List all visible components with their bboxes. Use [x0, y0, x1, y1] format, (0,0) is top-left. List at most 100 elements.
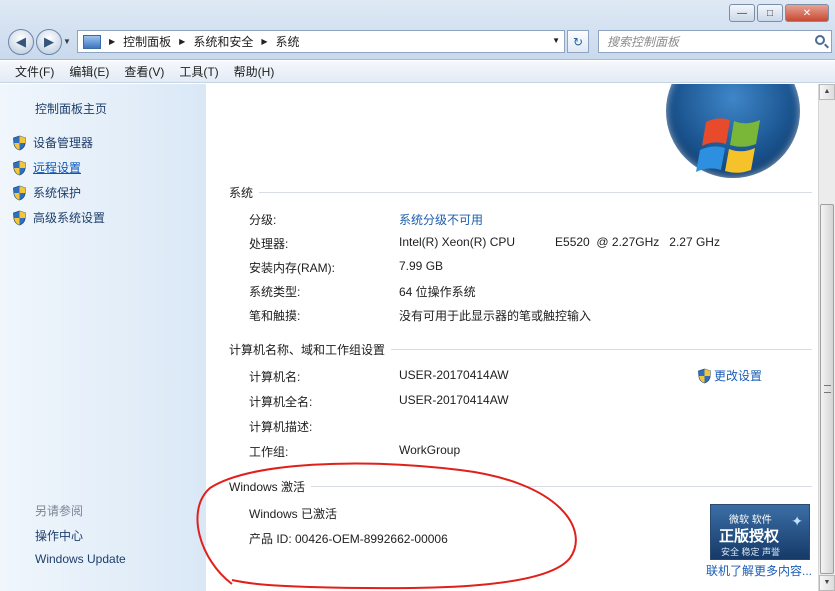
title-bar: — □ ✕ ◀ ▶ ▼ ▶ 控制面板 ▶ 系统和安全 ▶ 系统 ▼ ↻ 搜索控制…	[0, 0, 835, 60]
minimize-button[interactable]: —	[729, 4, 755, 22]
recent-pages-dropdown-icon[interactable]: ▼	[63, 37, 71, 46]
activation-status-text: Windows 已激活	[249, 507, 338, 521]
processor-row: 处理器: Intel(R) Xeon(R) CPU E5520 @ 2.27GH…	[249, 235, 720, 252]
scroll-down-icon[interactable]: ▼	[819, 575, 835, 591]
row-value-speed: E5520 @ 2.27GHz 2.27 GHz	[555, 235, 720, 249]
row-value: USER-20170414AW	[399, 393, 509, 407]
computer-name-section-heading: 计算机名称、域和工作组设置	[229, 341, 812, 358]
change-settings-link[interactable]: 更改设置	[697, 367, 762, 384]
search-placeholder: 搜索控制面板	[607, 35, 680, 49]
row-value: WorkGroup	[399, 443, 461, 457]
section-title: 系统	[229, 186, 254, 200]
sidebar-item-label: 系统保护	[33, 186, 82, 200]
workgroup-row: 工作组: WorkGroup	[249, 443, 460, 460]
scroll-thumb[interactable]	[820, 204, 834, 574]
menu-bar: 文件(F) 编辑(E) 查看(V) 工具(T) 帮助(H)	[0, 61, 835, 83]
action-center-link[interactable]: 操作中心	[35, 527, 83, 544]
close-button[interactable]: ✕	[785, 4, 829, 22]
breadcrumb-system[interactable]: 系统	[276, 33, 300, 50]
sidebar-item-label: 设备管理器	[33, 136, 94, 150]
uac-shield-icon	[12, 160, 27, 176]
divider	[311, 486, 812, 487]
badge-top-text: 微软 软件	[729, 515, 772, 526]
search-input[interactable]: 搜索控制面板	[598, 30, 832, 53]
computer-name-row: 计算机名: USER-20170414AW	[249, 368, 509, 385]
uac-shield-icon	[697, 368, 712, 384]
rating-link[interactable]: 系统分级不可用	[399, 211, 483, 228]
uac-shield-icon	[12, 185, 27, 201]
computer-description-row: 计算机描述:	[249, 418, 399, 435]
row-label: 系统类型:	[249, 285, 301, 299]
menu-file[interactable]: 文件(F)	[15, 63, 54, 80]
back-button[interactable]: ◀	[8, 29, 34, 55]
row-value: 没有可用于此显示器的笔或触控输入	[399, 309, 592, 323]
rating-row: 分级: 系统分级不可用	[249, 211, 483, 228]
sidebar-item-label: 高级系统设置	[33, 211, 106, 225]
scroll-up-icon[interactable]: ▲	[819, 84, 835, 100]
refresh-button[interactable]: ↻	[567, 30, 589, 53]
badge-main-text: 正版授权	[719, 528, 780, 545]
row-label: 工作组:	[249, 445, 289, 459]
row-label: 计算机全名:	[249, 395, 313, 409]
genuine-software-badge[interactable]: 微软 软件 ✦ 正版授权 安全 稳定 声誉	[710, 504, 810, 560]
windows-logo	[666, 84, 800, 178]
see-also-heading: 另请参阅	[35, 504, 84, 518]
row-label: 计算机描述:	[249, 420, 313, 434]
breadcrumb: ▶ 控制面板 ▶ 系统和安全 ▶ 系统	[109, 33, 300, 50]
menu-edit[interactable]: 编辑(E)	[69, 63, 109, 80]
address-dropdown-icon[interactable]: ▼	[552, 36, 560, 45]
row-label: 分级:	[249, 213, 277, 227]
breadcrumb-separator-icon[interactable]: ▶	[109, 37, 115, 46]
uac-shield-icon	[12, 210, 27, 226]
learn-more-online-link[interactable]: 联机了解更多内容...	[706, 562, 812, 579]
menu-view[interactable]: 查看(V)	[124, 63, 164, 80]
row-label: 笔和触摸:	[249, 309, 301, 323]
badge-sub-text: 安全 稳定 声誉	[721, 547, 781, 557]
sidebar-item-advanced-settings[interactable]: 高级系统设置	[12, 209, 105, 226]
divider	[259, 192, 812, 193]
row-label: 处理器:	[249, 237, 289, 251]
divider	[391, 349, 812, 350]
forward-button[interactable]: ▶	[36, 29, 62, 55]
section-title: 计算机名称、域和工作组设置	[229, 343, 386, 357]
breadcrumb-separator-icon[interactable]: ▶	[261, 37, 267, 46]
sidebar-item-label: 远程设置	[33, 161, 82, 175]
menu-tools[interactable]: 工具(T)	[179, 63, 218, 80]
activation-section-heading: Windows 激活	[229, 478, 812, 495]
star-icon: ✦	[791, 513, 803, 529]
full-computer-name-row: 计算机全名: USER-20170414AW	[249, 393, 509, 410]
sidebar-item-system-protection[interactable]: 系统保护	[12, 184, 81, 201]
row-value: 7.99 GB	[399, 259, 444, 273]
windows-update-link[interactable]: Windows Update	[35, 552, 126, 566]
sidebar-home-link[interactable]: 控制面板主页	[35, 100, 107, 117]
row-value: Intel(R) Xeon(R) CPU	[399, 235, 516, 249]
row-value: 64 位操作系统	[399, 285, 476, 299]
system-section-heading: 系统	[229, 184, 812, 201]
search-icon[interactable]	[815, 35, 825, 45]
product-id-text: 产品 ID: 00426-OEM-8992662-00006	[249, 532, 448, 546]
breadcrumb-separator-icon[interactable]: ▶	[179, 37, 185, 46]
sidebar-item-remote-settings[interactable]: 远程设置	[12, 159, 81, 176]
activation-status: Windows 已激活	[249, 505, 337, 522]
address-bar[interactable]: ▶ 控制面板 ▶ 系统和安全 ▶ 系统 ▼	[77, 30, 565, 53]
section-title: Windows 激活	[229, 480, 306, 494]
breadcrumb-control-panel[interactable]: 控制面板	[123, 33, 171, 50]
windows-flag-icon	[696, 118, 760, 173]
sidebar: 控制面板主页 设备管理器 远程设置 系统保护 高级系统设置 另请参阅 操作中心 …	[0, 84, 206, 591]
caption-buttons: — □ ✕	[729, 4, 829, 22]
row-label: 计算机名:	[249, 370, 301, 384]
pen-touch-row: 笔和触摸: 没有可用于此显示器的笔或触控输入	[249, 307, 591, 324]
change-settings-label: 更改设置	[714, 369, 763, 383]
menu-help[interactable]: 帮助(H)	[234, 63, 275, 80]
main-content: 系统 分级: 系统分级不可用 处理器: Intel(R) Xeon(R) CPU…	[206, 84, 818, 591]
sidebar-item-device-manager[interactable]: 设备管理器	[12, 134, 93, 151]
product-id: 产品 ID: 00426-OEM-8992662-00006	[249, 530, 448, 547]
grip-icon	[824, 385, 831, 393]
maximize-button[interactable]: □	[757, 4, 783, 22]
vertical-scrollbar[interactable]: ▲ ▼	[818, 84, 835, 591]
row-label: 安装内存(RAM):	[249, 261, 335, 275]
ram-row: 安装内存(RAM): 7.99 GB	[249, 259, 443, 276]
row-value: USER-20170414AW	[399, 368, 509, 382]
breadcrumb-system-security[interactable]: 系统和安全	[193, 33, 253, 50]
control-panel-icon	[83, 34, 101, 49]
